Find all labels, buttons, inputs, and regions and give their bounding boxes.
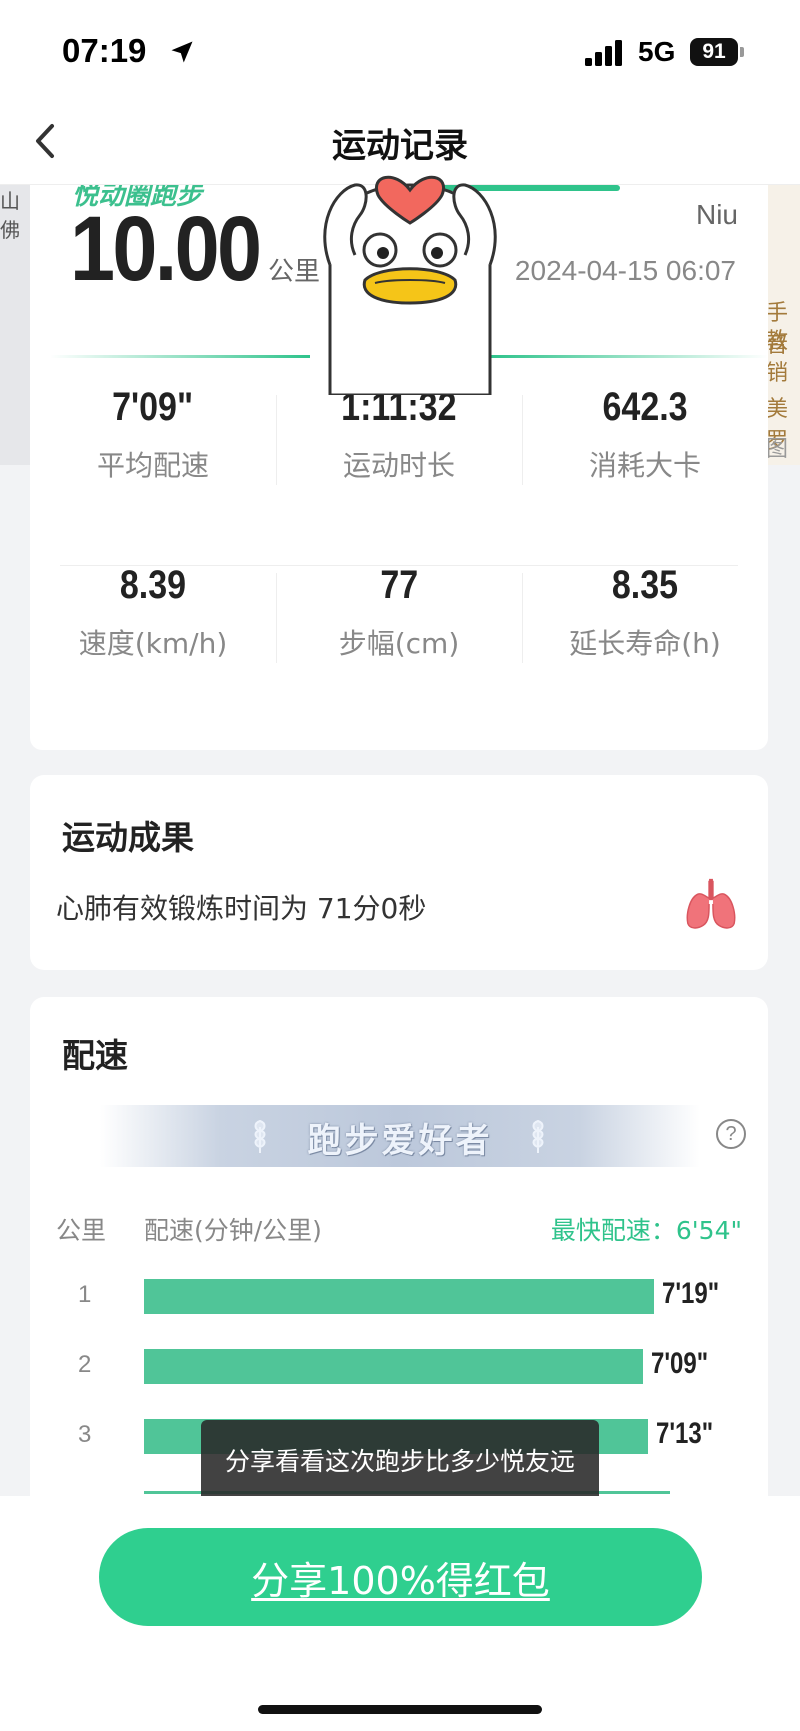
bg-text: 图 [766,437,789,462]
lungs-icon [686,878,736,929]
distance-value: 10.00 [70,198,262,300]
divider-left [50,355,310,358]
bg-text: 教销 [766,329,789,386]
stat-label: 延长寿命(h) [569,627,721,660]
duck-heart-sticker [323,175,497,395]
signal-icon [585,40,622,66]
help-icon[interactable]: ? [716,1119,746,1149]
status-bar: 07:19 5G 91 [0,0,800,100]
pace-row: 2 7'09" [30,1347,768,1387]
pace-bar [144,1349,643,1384]
runner-level-badge: 跑步爱好者 [100,1105,700,1167]
battery-level: 91 [690,38,738,66]
stat-speed: 8.39 速度(km/h) [30,563,276,662]
stat-label: 消耗大卡 [588,449,701,482]
background-map-right: 手音 教销 美罗 图 [766,185,800,465]
pace-row-value: 7'09" [651,1347,709,1380]
pace-bar [144,1279,654,1314]
battery-icon: 91 [690,38,744,66]
share-red-packet-button[interactable]: 分享100%得红包 [99,1528,702,1626]
stat-value: 77 [380,563,418,607]
pace-row-km: 3 [78,1421,92,1448]
cardio-time-text: 心肺有效锻炼时间为 71分0秒 [56,892,427,925]
stat-value: 7'09" [112,385,194,429]
username: Niu [695,199,738,230]
col-pace-header: 配速(分钟/公里) [144,1216,322,1245]
pace-row-value: 7'19" [662,1277,720,1310]
share-tooltip: 分享看看这次跑步比多少悦友远 [201,1420,599,1502]
stat-label: 运动时长 [342,449,455,482]
stat-avg-pace: 7'09" 平均配速 [30,385,276,484]
pace-row-km: 2 [78,1351,92,1378]
stat-label: 步幅(cm) [338,627,460,660]
location-arrow-icon [171,41,193,63]
stat-value: 8.35 [611,563,679,607]
network-type: 5G [638,36,676,67]
stats-row-1: 7'09" 平均配速 1:11:32 运动时长 642.3 消耗大卡 [30,385,768,505]
home-indicator[interactable] [258,1705,542,1714]
achievement-card: 运动成果 心肺有效锻炼时间为 71分0秒 [30,775,768,970]
stat-label: 速度(km/h) [78,627,228,660]
runner-level-text: 跑步爱好者 [307,1121,493,1161]
run-datetime: 2024-04-15 06:07 [514,255,736,286]
col-km-header: 公里 [56,1216,107,1245]
stat-calories: 642.3 消耗大卡 [522,385,768,484]
bg-text: （ [22,209,30,238]
pace-title: 配速 [62,1036,128,1075]
share-button-label: 分享100%得红包 [251,1559,550,1603]
stat-stride: 77 步幅(cm) [276,563,522,662]
share-tooltip-text: 分享看看这次跑步比多少悦友远 [224,1447,575,1476]
achievement-title: 运动成果 [62,818,194,857]
pace-row-km: 1 [78,1281,92,1308]
stat-label: 平均配速 [96,449,209,482]
pace-row: 1 7'19" [30,1277,768,1317]
divider-right [490,355,768,358]
stat-value: 8.39 [119,563,187,607]
background-map-left: 山佛 （ [0,185,30,465]
stats-row-2: 8.39 速度(km/h) 77 步幅(cm) 8.35 延长寿命(h) [30,563,768,683]
wheat-icon [532,1119,544,1153]
pace-row-value: 7'13" [656,1417,714,1450]
status-time: 07:19 [62,32,147,69]
stat-life-extension: 8.35 延长寿命(h) [522,563,768,662]
fastest-pace: 最快配速：6'54" [550,1216,742,1245]
stat-duration: 1:11:32 运动时长 [276,385,522,484]
stat-value: 642.3 [602,385,688,429]
